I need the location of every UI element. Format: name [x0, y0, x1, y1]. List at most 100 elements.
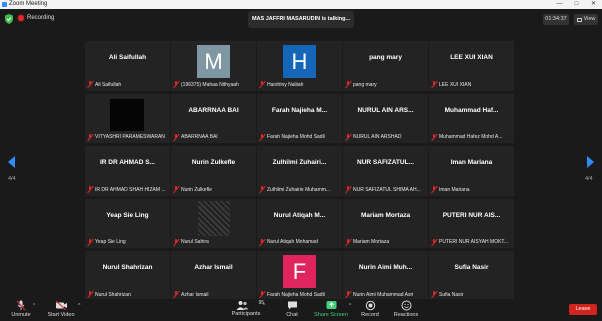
muted-mic-icon [87, 81, 93, 88]
chat-button[interactable]: Chat [281, 299, 303, 321]
participant-name-label: Farah Najieha Mohd Sadli [259, 133, 340, 141]
participants-icon-group: 95 [228, 299, 264, 311]
participant-tile[interactable]: Yeap Sie Ling Yeap Sie Ling [85, 198, 170, 249]
start-video-button[interactable]: Start Video [44, 299, 78, 321]
participant-name-label: LEE XUI XIAN [431, 81, 512, 89]
participant-video-feed [198, 200, 230, 236]
participant-name-label: Mariam Mortaza [345, 238, 426, 246]
participant-name: Farah Najieha Mohd Sadli [267, 291, 325, 298]
participant-tile[interactable]: Ali Saifullah Ali Saifullah [85, 41, 170, 91]
participants-icon [236, 301, 249, 310]
participant-display-name: IR DR AHMAD S... [99, 159, 155, 167]
muted-mic-icon [259, 291, 265, 298]
participant-tile[interactable]: Azhar Ismail Azhar Ismail [171, 251, 256, 301]
share-options-chevron-icon[interactable]: ^ [349, 303, 351, 309]
participant-name-label: Zulhilmi Zuhairie Muhamm... [259, 186, 340, 194]
participant-display-name: ABARRNAA BAI [188, 106, 239, 114]
participant-tile[interactable]: Nurin Zulkefle Nurin Zulkefle [171, 146, 256, 196]
participant-name-label: Iman Mariana [431, 186, 512, 194]
participant-tile[interactable]: Nurul Atiqah M... Nurul Atiqah Mohamad [257, 198, 342, 249]
participant-name: NUR SAFIZATUL SHIMA AH... [353, 186, 421, 193]
participant-display-name: Nurul Atiqah M... [273, 211, 326, 219]
participant-display-name: Azhar Ismail [194, 264, 233, 272]
participant-tile[interactable]: Muhammad Haf... Muhammad Hafez Mohd A... [429, 93, 514, 144]
muted-mic-icon [259, 133, 265, 141]
participant-name-label: Azhar Ismail [173, 291, 254, 299]
chat-label: Chat [286, 312, 298, 318]
participant-name: (196375) Mahaa Nithyaah [181, 81, 239, 88]
previous-page-arrow-icon[interactable] [8, 156, 15, 168]
participant-tile[interactable]: M (196375) Mahaa Nithyaah [171, 41, 256, 91]
next-page-arrow-icon[interactable] [587, 156, 594, 168]
participant-tile[interactable]: pang mary pang mary [343, 41, 428, 91]
participant-name: Sufia Nasir [439, 291, 464, 298]
participant-tile[interactable]: Nurin Aimi Muh... Nurin Aimi Muhammad Asr… [343, 251, 428, 301]
participant-name: LEE XUI XIAN [439, 81, 472, 88]
participant-name: Ali Saifullah [95, 81, 122, 88]
participant-name: IR DR AHMAD SHAH HIZAM ... [95, 186, 166, 193]
reactions-label: Reactions [393, 312, 419, 318]
participant-name-label: Yeap Sie Ling [87, 238, 168, 246]
meeting-toolbar: Unmute ^ Start Video ^ 95 Participants ^… [0, 299, 602, 321]
participant-display-name: Nurin Zulkefle [191, 159, 236, 167]
participant-tile[interactable]: H Harshiny Naliiah [257, 41, 342, 91]
participant-tile[interactable]: LEE XUI XIAN LEE XUI XIAN [429, 41, 514, 91]
participant-display-name: Nurul Shahrizan [102, 264, 153, 272]
participants-options-chevron-icon[interactable]: ^ [263, 303, 265, 309]
grid-view-icon [576, 17, 582, 22]
view-button[interactable]: View [574, 14, 598, 25]
muted-mic-icon [173, 81, 179, 88]
participant-name-label: NURUL AIN ARSHAD [345, 133, 426, 141]
participant-name-label: Muhammad Hafez Mohd A... [431, 133, 512, 141]
participant-name-label: Farah Najieha Mohd Sadli [259, 291, 340, 299]
participant-tile[interactable]: Iman Mariana Iman Mariana [429, 146, 514, 196]
participant-avatar: H [283, 45, 316, 78]
meeting-topbar: Recording MAS JAFFRI MASARUDIN is talkin… [0, 9, 602, 31]
participant-tile[interactable]: NURUL AIN ARS... NURUL AIN ARSHAD [343, 93, 428, 144]
participant-display-name: Iman Mariana [450, 159, 493, 167]
audio-options-chevron-icon[interactable]: ^ [33, 303, 35, 309]
leave-button[interactable]: Leave [569, 304, 597, 315]
participant-tile[interactable]: Sufia Nasir Sufia Nasir [429, 251, 514, 301]
participant-tile[interactable]: Farah Najieha M... Farah Najieha Mohd Sad… [257, 93, 342, 144]
participant-name-label: (196375) Mahaa Nithyaah [173, 81, 254, 89]
participant-tile[interactable]: Nurul Sahira [171, 198, 256, 249]
participant-name: Muhammad Hafez Mohd A... [439, 134, 503, 141]
muted-mic-icon [173, 186, 179, 193]
close-button[interactable]: ✕ [585, 0, 602, 9]
video-options-chevron-icon[interactable]: ^ [78, 303, 80, 309]
participant-display-name: pang mary [369, 54, 402, 61]
share-screen-icon [326, 301, 336, 309]
minimize-button[interactable]: — [551, 0, 568, 9]
reactions-button[interactable]: Reactions [392, 299, 420, 321]
share-screen-button[interactable]: Share Screen [313, 299, 349, 321]
window-controls: — □ ✕ [551, 0, 602, 9]
participant-name: Nurul Atiqah Mohamad [267, 239, 318, 246]
participant-tile[interactable]: F Farah Najieha Mohd Sadli [257, 251, 342, 301]
participant-name-label: Nurul Sahira [173, 238, 254, 246]
unmute-label: Unmute [11, 312, 31, 318]
participant-tile[interactable]: ABARRNAA BAI ABARRNAA BAI [171, 93, 256, 144]
muted-mic-icon [87, 186, 93, 193]
encryption-shield-icon[interactable] [5, 14, 13, 24]
participant-tile[interactable]: Zulhilmi Zuhairi... Zulhilmi Zuhairie Muh… [257, 146, 342, 196]
participants-button[interactable]: 95 Participants [228, 299, 264, 321]
participant-display-name: PUTERI NUR AIS... [442, 211, 501, 219]
page-indicator-right: 4/4 [585, 176, 593, 182]
record-button[interactable]: Record [358, 299, 382, 321]
recording-indicator[interactable]: Recording [18, 15, 54, 21]
maximize-button[interactable]: □ [568, 0, 585, 9]
participant-tile[interactable]: NUR SAFIZATUL... NUR SAFIZATUL SHIMA AH..… [343, 146, 428, 196]
participant-tile[interactable]: IR DR AHMAD S... IR DR AHMAD SHAH HIZAM .… [85, 146, 170, 196]
participant-display-name: Yeap Sie Ling [106, 211, 149, 219]
participant-name-label: Nurin Aimi Muhammad Asri [345, 291, 426, 299]
participant-tile[interactable]: PUTERI NUR AIS... PUTERI NUR AISYAH MOKT.… [429, 198, 514, 249]
participant-tile[interactable]: VITYASHRI PARAMESWARAN [85, 93, 170, 144]
participant-avatar: F [283, 255, 316, 289]
participant-name: Yeap Sie Ling [95, 239, 126, 246]
participant-tile[interactable]: Nurul Shahrizan Nurul Shahrizan [85, 251, 170, 301]
participant-tile[interactable]: Mariam Mortaza Mariam Mortaza [343, 198, 428, 249]
participant-name-label: Nurin Zulkefle [173, 186, 254, 194]
participant-name: ABARRNAA BAI [181, 134, 218, 141]
participant-name: Iman Mariana [439, 186, 470, 193]
